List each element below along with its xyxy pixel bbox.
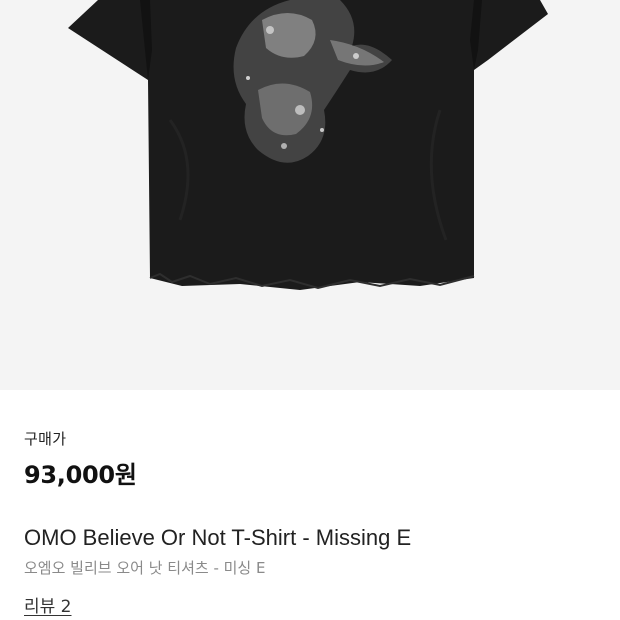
product-page: 구매가 93,000원 OMO Believe Or Not T-Shirt -… [0, 0, 620, 620]
tshirt-illustration [68, 0, 548, 290]
product-image[interactable] [0, 0, 620, 390]
review-link[interactable]: 리뷰 2 [24, 592, 72, 617]
product-info: 구매가 93,000원 OMO Believe Or Not T-Shirt -… [24, 390, 596, 620]
product-title-en: OMO Believe Or Not T-Shirt - Missing E [24, 525, 412, 550]
price-value: 93,000원 [24, 461, 137, 489]
product-title-ko: 오엠오 빌리브 오어 낫 티셔츠 - 미싱 E [24, 559, 266, 577]
price-label: 구매가 [24, 430, 67, 448]
